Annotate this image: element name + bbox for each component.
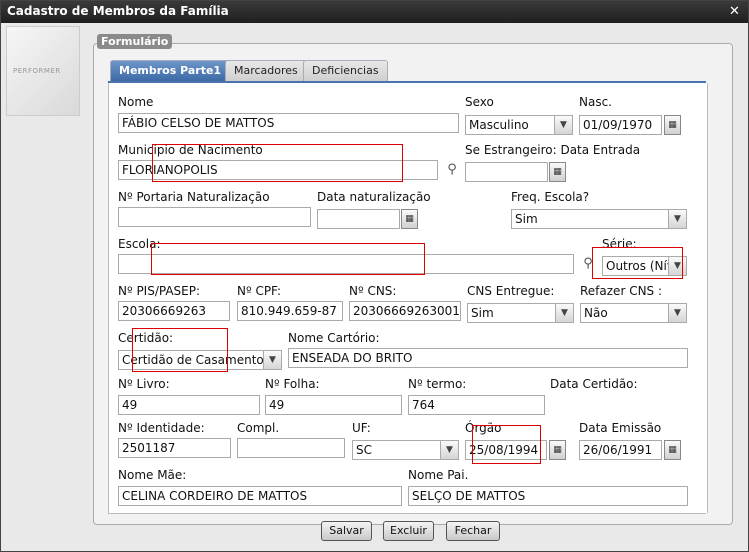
folha-label: Nº Folha: <box>265 377 320 391</box>
freq-escola-label: Freq. Escola? <box>511 190 590 204</box>
termo-field[interactable]: 764 <box>408 395 545 415</box>
uf-label: UF: <box>352 421 371 435</box>
panel-bottom-edge <box>108 513 706 514</box>
identidade-field[interactable]: 2501187 <box>118 438 231 458</box>
cartorio-label: Nome Cartório: <box>288 331 380 345</box>
cpf-label: Nº CPF: <box>237 284 282 298</box>
window-title: Cadastro de Membros da Família <box>7 4 229 18</box>
uf-value: SC <box>356 443 372 457</box>
fechar-button[interactable]: Fechar <box>446 521 500 541</box>
cns-entregue-label: CNS Entregue: <box>467 284 555 298</box>
compl-field[interactable] <box>237 438 345 458</box>
sexo-select[interactable]: Masculino ▼ <box>465 115 573 135</box>
nome-field[interactable]: FÁBIO CELSO DE MATTOS <box>118 113 459 133</box>
identidade-label: Nº Identidade: <box>118 421 205 435</box>
calendar-icon[interactable]: ▦ <box>549 162 566 182</box>
nome-pai-label: Nome Pai. <box>408 468 469 482</box>
escola-label: Escola: <box>118 237 161 251</box>
data-emissao-field[interactable]: 26/06/1991 <box>579 440 662 460</box>
cartorio-field[interactable]: ENSEADA DO BRITO <box>288 348 688 368</box>
estrangeiro-label: Se Estrangeiro: Data Entrada <box>465 143 641 157</box>
calendar-icon[interactable]: ▦ <box>401 209 418 229</box>
pis-label: Nº PIS/PASEP: <box>118 284 201 298</box>
pis-field[interactable]: 20306669263 <box>118 301 230 321</box>
freq-escola-value: Sim <box>515 212 538 226</box>
logo-panel: PERFORMER <box>6 26 80 116</box>
sexo-value: Masculino <box>469 118 529 132</box>
certidao-select[interactable]: Certidão de Casamento ▼ <box>118 350 282 370</box>
municipio-field[interactable]: FLORIANOPOLIS <box>118 160 438 180</box>
chevron-down-icon[interactable]: ▼ <box>555 304 573 322</box>
chevron-down-icon[interactable]: ▼ <box>668 257 686 275</box>
tab-deficiencias[interactable]: Deficiencias <box>303 60 388 81</box>
title-bar: Cadastro de Membros da Família ✕ <box>1 1 748 23</box>
refazer-cns-select[interactable]: Não ▼ <box>580 303 687 323</box>
livro-field[interactable]: 49 <box>118 395 260 415</box>
chevron-down-icon[interactable]: ▼ <box>668 210 686 228</box>
close-icon[interactable]: ✕ <box>727 4 742 19</box>
search-icon[interactable]: ⚲ <box>580 256 596 272</box>
calendar-icon[interactable]: ▦ <box>664 115 681 135</box>
calendar-icon[interactable]: ▦ <box>549 440 566 460</box>
certidao-label: Certidão: <box>118 331 174 345</box>
data-certidao-label: Data Certidão: <box>550 377 638 391</box>
serie-select[interactable]: Outros (Nív ▼ <box>602 256 687 276</box>
serie-value: Outros (Nív <box>606 259 674 273</box>
orgao-label: Órgão <box>465 421 502 435</box>
refazer-cns-value: Não <box>584 306 608 320</box>
folha-field[interactable]: 49 <box>265 395 402 415</box>
cns-label: Nº CNS: <box>349 284 397 298</box>
logo: PERFORMER <box>13 67 61 75</box>
search-icon[interactable]: ⚲ <box>444 162 460 178</box>
excluir-button[interactable]: Excluir <box>383 521 434 541</box>
tab-membros-parte1[interactable]: Membros Parte1 <box>110 60 231 81</box>
nome-mae-label: Nome Mãe: <box>118 468 187 482</box>
salvar-button[interactable]: Salvar <box>321 521 372 541</box>
cpf-field[interactable]: 810.949.659-87 <box>237 301 343 321</box>
form-legend: Formulário <box>97 34 173 49</box>
escola-field[interactable] <box>118 254 574 274</box>
cns-entregue-value: Sim <box>471 306 494 320</box>
sexo-label: Sexo <box>465 95 494 109</box>
estrangeiro-field[interactable] <box>465 162 548 182</box>
tab-marcadores[interactable]: Marcadores <box>225 60 307 81</box>
data-naturalizacao-field[interactable] <box>317 209 400 229</box>
nasc-field[interactable]: 01/09/1970 <box>579 115 662 135</box>
data-emissao-label: Data Emissão <box>579 421 662 435</box>
nome-label: Nome <box>118 95 154 109</box>
uf-select[interactable]: SC ▼ <box>352 440 459 460</box>
chevron-down-icon[interactable]: ▼ <box>554 116 572 134</box>
cns-field[interactable]: 203066692630018 <box>349 301 461 321</box>
portaria-label: Nº Portaria Naturalização <box>118 190 270 204</box>
nome-pai-field[interactable]: SELÇO DE MATTOS <box>408 486 688 506</box>
termo-label: Nº termo: <box>408 377 467 391</box>
chevron-down-icon[interactable]: ▼ <box>668 304 686 322</box>
compl-label: Compl. <box>237 421 280 435</box>
certidao-value: Certidão de Casamento <box>122 353 264 367</box>
municipio-label: Municipio de Nacimento <box>118 143 263 157</box>
chevron-down-icon[interactable]: ▼ <box>440 441 458 459</box>
serie-label: Série: <box>602 237 637 251</box>
freq-escola-select[interactable]: Sim ▼ <box>511 209 687 229</box>
refazer-cns-label: Refazer CNS : <box>580 284 663 298</box>
nome-mae-field[interactable]: CELINA CORDEIRO DE MATTOS <box>118 486 402 506</box>
portaria-field[interactable] <box>118 207 311 227</box>
data-naturalizacao-label: Data naturalização <box>317 190 431 204</box>
calendar-icon[interactable]: ▦ <box>664 440 681 460</box>
livro-label: Nº Livro: <box>118 377 170 391</box>
cns-entregue-select[interactable]: Sim ▼ <box>467 303 574 323</box>
orgao-field[interactable]: 25/08/1994 <box>465 440 547 460</box>
nasc-label: Nasc. <box>579 95 612 109</box>
chevron-down-icon[interactable]: ▼ <box>263 351 281 369</box>
